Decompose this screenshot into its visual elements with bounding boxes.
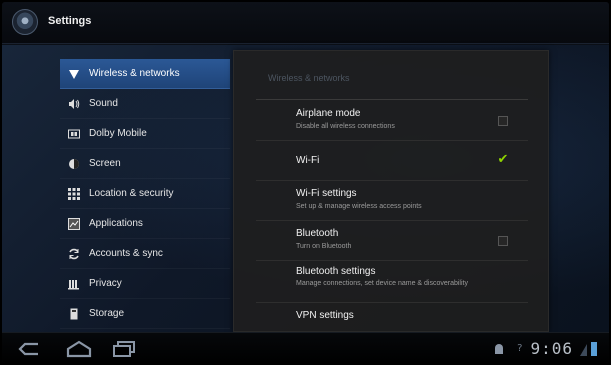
panel-header-divider [256, 99, 528, 100]
header-item-privacy[interactable]: Privacy [60, 269, 230, 299]
applications-icon [68, 217, 80, 230]
pref-title: VPN settings [296, 310, 354, 321]
pref-summary: Set up & manage wireless access points [296, 203, 422, 210]
wifi-unknown-icon: ? [517, 343, 523, 354]
pref-bluetooth-settings[interactable]: Bluetooth settings Manage connections, s… [256, 261, 528, 303]
pref-vpn-settings[interactable]: VPN settings [256, 303, 528, 331]
header-item-location[interactable]: Location & security [60, 179, 230, 209]
status-clock: 9:06 [530, 339, 573, 358]
status-area[interactable]: ? 9:06 [493, 339, 599, 358]
speaker-icon [68, 98, 80, 110]
header-item-sound[interactable]: Sound [60, 89, 230, 119]
home-button[interactable] [66, 339, 92, 359]
pref-summary: Disable all wireless connections [296, 123, 395, 130]
pref-title: Bluetooth settings [296, 266, 376, 277]
pref-summary: Manage connections, set device name & di… [296, 280, 468, 287]
android-debug-icon [495, 343, 504, 354]
panel-category-header: Wireless & networks [268, 73, 350, 83]
header-item-label: Dolby Mobile [89, 128, 147, 139]
header-item-label: Privacy [89, 278, 122, 289]
header-item-applications[interactable]: Applications [60, 209, 230, 239]
header-item-storage[interactable]: Storage [60, 299, 230, 329]
pref-bluetooth[interactable]: Bluetooth Turn on Bluetooth [256, 221, 528, 261]
header-item-label: Location & security [89, 188, 174, 199]
header-item-label: Wireless & networks [89, 68, 180, 79]
home-icon [66, 340, 92, 358]
wifi-icon [68, 68, 80, 80]
header-item-wireless[interactable]: Wireless & networks [60, 59, 230, 89]
back-button[interactable] [18, 339, 40, 359]
header-item-accounts[interactable]: Accounts & sync [60, 239, 230, 269]
location-icon [68, 187, 80, 200]
header-item-screen[interactable]: Screen [60, 149, 230, 179]
header-item-label: Applications [89, 218, 143, 229]
header-item-label: Screen [89, 158, 121, 169]
recent-apps-icon [113, 341, 135, 357]
action-bar: Settings [2, 2, 609, 44]
settings-headers-list: Wireless & networks Sound Dolby Mobile S… [60, 59, 230, 329]
system-navigation-bar: ? 9:06 [2, 332, 609, 363]
pref-wifi-settings[interactable]: Wi-Fi settings Set up & manage wireless … [256, 181, 528, 221]
pref-summary: Turn on Bluetooth [296, 243, 352, 250]
pref-wifi[interactable]: Wi-Fi ✔ [256, 141, 528, 181]
airplane-mode-checkbox[interactable] [498, 116, 508, 126]
header-item-label: Accounts & sync [89, 248, 163, 259]
wireless-networks-panel: Wireless & networks Airplane mode Disabl… [233, 50, 549, 332]
pref-title: Airplane mode [296, 108, 361, 119]
header-item-dolby[interactable]: Dolby Mobile [60, 119, 230, 149]
recent-apps-button[interactable] [112, 339, 136, 359]
settings-gear-icon[interactable] [12, 9, 38, 35]
signal-battery-icon [580, 341, 597, 356]
header-item-label: Sound [89, 98, 118, 109]
dolby-icon [68, 128, 80, 140]
settings-content: Wireless & networks Sound Dolby Mobile S… [2, 45, 609, 332]
screen-icon [68, 158, 80, 170]
pref-title: Wi-Fi settings [296, 188, 357, 199]
app-title: Settings [48, 15, 92, 27]
pref-title: Bluetooth [296, 228, 339, 239]
privacy-icon [68, 278, 80, 290]
header-item-label: Storage [89, 308, 125, 319]
pref-airplane-mode[interactable]: Airplane mode Disable all wireless conne… [256, 101, 528, 141]
back-arrow-icon [18, 342, 38, 356]
wifi-checkbox-checked-icon[interactable]: ✔ [496, 153, 510, 166]
pref-title: Wi-Fi [296, 155, 320, 166]
storage-icon [68, 308, 80, 320]
bluetooth-checkbox[interactable] [498, 236, 508, 246]
sync-icon [68, 248, 80, 260]
tablet-screen: Settings Wireless & networks Sound Dolby [2, 2, 609, 363]
